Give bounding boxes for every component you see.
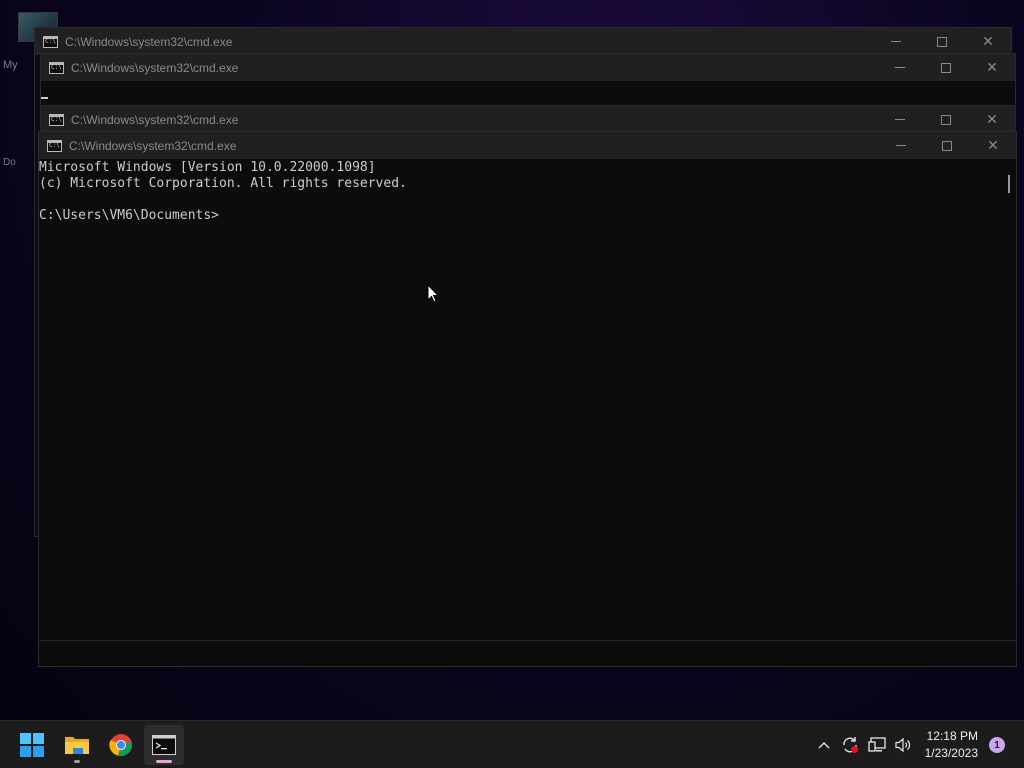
maximize-button[interactable]: [923, 54, 969, 81]
titlebar[interactable]: C:\Windows\system32\cmd.exe ✕: [35, 28, 1011, 55]
maximize-button[interactable]: [924, 132, 970, 159]
cmd-icon: [152, 735, 176, 755]
network-icon[interactable]: [864, 737, 890, 753]
minimize-button[interactable]: [877, 54, 923, 81]
mouse-pointer-icon: [427, 284, 440, 303]
close-icon: ✕: [987, 137, 999, 154]
vertical-scrollbar[interactable]: [1002, 159, 1016, 640]
horizontal-scrollbar[interactable]: [39, 640, 1016, 666]
windows-logo-icon: [20, 733, 44, 757]
close-icon: ✕: [986, 59, 998, 76]
desktop-icon-label[interactable]: My: [3, 59, 18, 71]
minimize-icon: [895, 119, 905, 120]
titlebar[interactable]: C:\Windows\system32\cmd.exe ✕: [41, 106, 1015, 133]
desktop-icon-label[interactable]: Do: [3, 157, 16, 168]
cmd-icon: [43, 35, 58, 48]
clock[interactable]: 12:18 PM 1/23/2023: [925, 728, 978, 762]
window-title: C:\Windows\system32\cmd.exe: [71, 112, 239, 127]
close-button[interactable]: ✕: [970, 132, 1016, 159]
volume-icon[interactable]: [890, 737, 916, 753]
desktop: My Do C:\Windows\system32\cmd.exe ✕ C:\W…: [0, 0, 1024, 720]
minimize-icon: [895, 67, 905, 68]
maximize-icon: [941, 114, 951, 125]
file-explorer-button[interactable]: [57, 725, 97, 765]
maximize-button[interactable]: [919, 28, 965, 55]
maximize-icon: [941, 62, 951, 73]
clock-time: 12:18 PM: [926, 729, 978, 743]
maximize-button[interactable]: [923, 106, 969, 133]
titlebar[interactable]: C:\Windows\system32\cmd.exe ✕: [39, 132, 1016, 159]
start-button[interactable]: [12, 725, 52, 765]
close-icon: ✕: [982, 33, 994, 50]
window-title: C:\Windows\system32\cmd.exe: [65, 34, 233, 49]
taskbar: 12:18 PM 1/23/2023 1: [0, 720, 1024, 768]
notification-badge[interactable]: 1: [989, 737, 1005, 753]
minimize-icon: [896, 145, 906, 146]
close-button[interactable]: ✕: [969, 54, 1015, 81]
minimize-button[interactable]: [877, 106, 923, 133]
active-indicator: [156, 760, 172, 763]
console-line: Microsoft Windows [Version 10.0.22000.10…: [39, 160, 376, 175]
minimize-button[interactable]: [873, 28, 919, 55]
cmd-window-active[interactable]: C:\Windows\system32\cmd.exe ✕ Microsoft …: [38, 131, 1017, 667]
cmd-icon: [47, 139, 62, 152]
chrome-button[interactable]: [101, 725, 141, 765]
console-output[interactable]: Microsoft Windows [Version 10.0.22000.10…: [39, 159, 1002, 640]
close-button[interactable]: ✕: [969, 106, 1015, 133]
system-tray: [812, 721, 916, 768]
window-title: C:\Windows\system32\cmd.exe: [71, 60, 239, 75]
running-indicator: [74, 760, 80, 763]
console-line: (c) Microsoft Corporation. All rights re…: [39, 176, 407, 191]
cmd-icon: [49, 61, 64, 74]
maximize-icon: [937, 36, 947, 47]
clock-date: 1/23/2023: [924, 746, 978, 760]
close-icon: ✕: [986, 111, 998, 128]
scrollbar-thumb[interactable]: [1008, 175, 1010, 193]
minimize-icon: [891, 41, 901, 42]
command-prompt-button[interactable]: [144, 725, 184, 765]
chevron-up-icon[interactable]: [812, 737, 836, 753]
close-button[interactable]: ✕: [965, 28, 1011, 55]
titlebar[interactable]: C:\Windows\system32\cmd.exe ✕: [41, 54, 1015, 81]
minimize-button[interactable]: [878, 132, 924, 159]
text-cursor: [41, 97, 48, 99]
folder-icon: [65, 737, 89, 754]
chrome-icon: [109, 734, 132, 756]
window-title: C:\Windows\system32\cmd.exe: [69, 138, 237, 153]
sync-icon[interactable]: [836, 736, 864, 754]
console-prompt[interactable]: C:\Users\VM6\Documents>: [39, 208, 1002, 224]
cmd-icon: [49, 113, 64, 126]
maximize-icon: [942, 140, 952, 151]
